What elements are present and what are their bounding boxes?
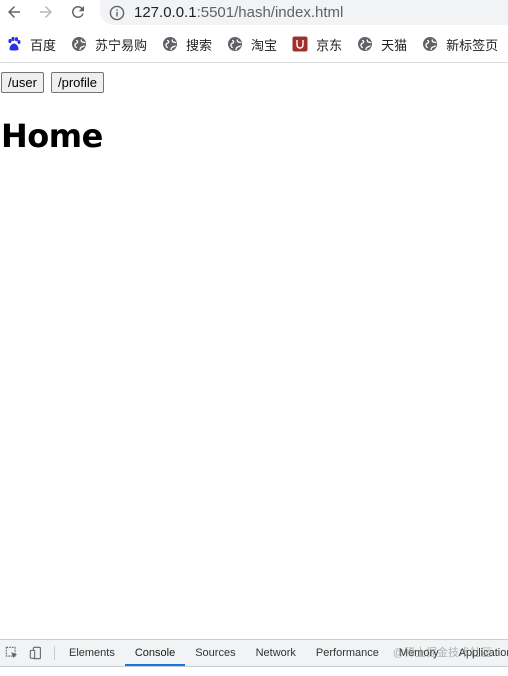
back-button[interactable] — [2, 0, 26, 24]
inspect-element-icon[interactable] — [0, 640, 24, 666]
bookmark-item[interactable]: 新标签页 — [416, 30, 504, 58]
bookmark-item[interactable]: 百度 — [0, 30, 62, 58]
devtools-tab-strip: Elements Console Sources Network Performance… — [0, 640, 508, 666]
device-toolbar-icon[interactable] — [24, 640, 48, 666]
jd-icon — [292, 36, 308, 52]
bookmark-label: 百度 — [30, 37, 57, 53]
globe-icon — [162, 36, 178, 52]
globe-icon — [357, 36, 373, 52]
devtools-tab-application[interactable]: Application — [449, 640, 508, 666]
reload-icon — [71, 5, 84, 18]
address-bar[interactable]: 127.0.0.1:5501/hash/index.html — [100, 0, 508, 25]
console-toolbar — [0, 666, 508, 676]
devtools-separator — [54, 646, 55, 660]
bookmarks-bar: 百度 苏宁易购 搜索 淘宝 京东 天猫 新标签页 — [0, 26, 508, 63]
bookmark-item[interactable]: 淘宝 — [221, 30, 283, 58]
arrow-right-icon — [40, 6, 52, 18]
devtools-tab-network[interactable]: Network — [246, 640, 306, 666]
url-text: 127.0.0.1:5501/hash/index.html — [134, 4, 343, 21]
page-title: Home — [1, 117, 103, 155]
devtools-tab-performance[interactable]: Performance — [306, 640, 389, 666]
baidu-paw-icon — [6, 36, 22, 52]
bookmark-item[interactable]: 天猫 — [351, 30, 413, 58]
globe-icon — [71, 36, 87, 52]
profile-route-button[interactable]: /profile — [51, 72, 105, 93]
bookmark-item[interactable]: 苏宁易购 — [65, 30, 153, 58]
user-route-button[interactable]: /user — [1, 72, 44, 93]
globe-icon — [227, 36, 243, 52]
bookmark-label: 天猫 — [381, 37, 408, 53]
page-content: /user /profile Home — [0, 63, 508, 639]
arrow-left-icon — [8, 6, 20, 18]
url-host: 127.0.0.1 — [134, 4, 197, 21]
bookmark-item[interactable]: 京东 — [286, 30, 348, 58]
forward-button[interactable] — [34, 0, 58, 24]
bookmark-label: 搜索 — [186, 37, 213, 53]
bookmark-item[interactable]: 搜索 — [156, 30, 218, 58]
devtools-tab-elements[interactable]: Elements — [59, 640, 125, 666]
bookmark-label: 京东 — [316, 37, 343, 53]
devtools-tab-memory[interactable]: Memory — [389, 640, 449, 666]
browser-toolbar: 127.0.0.1:5501/hash/index.html — [0, 0, 508, 26]
reload-button[interactable] — [66, 0, 90, 24]
globe-icon — [422, 36, 438, 52]
devtools-tab-sources[interactable]: Sources — [185, 640, 245, 666]
devtools-tab-console[interactable]: Console — [124, 640, 186, 666]
info-icon[interactable] — [109, 5, 125, 21]
bookmark-label: 新标签页 — [446, 37, 499, 53]
url-path: :5501/hash/index.html — [196, 4, 344, 21]
bookmark-label: 淘宝 — [251, 37, 278, 53]
bookmark-label: 苏宁易购 — [95, 37, 148, 53]
devtools-panel: Elements Console Sources Network Performance… — [0, 639, 508, 676]
